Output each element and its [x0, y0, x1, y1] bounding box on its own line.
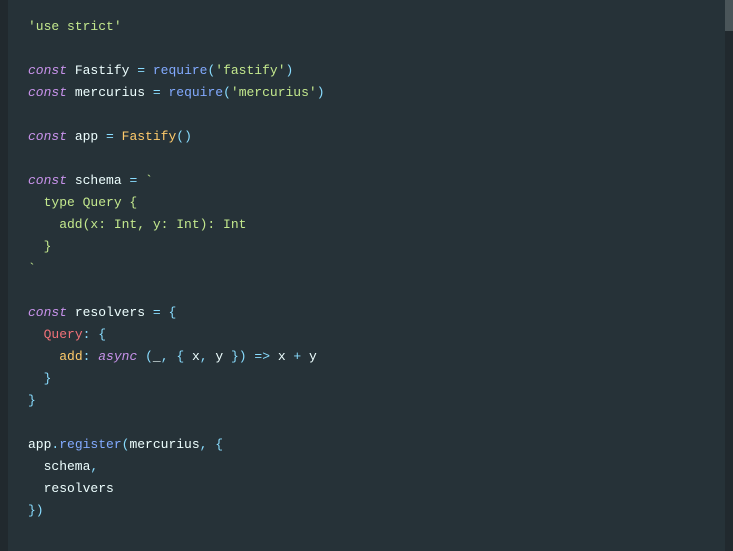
code-line: const schema = `: [28, 170, 705, 192]
code-block: 'use strict' const Fastify = require('fa…: [8, 0, 725, 551]
code-line: }): [28, 500, 705, 522]
code-line: [28, 412, 705, 434]
code-line: schema,: [28, 456, 705, 478]
code-line: add(x: Int, y: Int): Int: [28, 214, 705, 236]
code-line: const Fastify = require('fastify'): [28, 60, 705, 82]
code-line: [28, 38, 705, 60]
code-lines: 'use strict' const Fastify = require('fa…: [28, 16, 705, 522]
code-line: }: [28, 368, 705, 390]
code-line: [28, 280, 705, 302]
code-line: const app = Fastify(): [28, 126, 705, 148]
code-line: [28, 148, 705, 170]
code-line: resolvers: [28, 478, 705, 500]
code-line: Query: {: [28, 324, 705, 346]
code-line: 'use strict': [28, 16, 705, 38]
code-line: `: [28, 258, 705, 280]
code-line: type Query {: [28, 192, 705, 214]
code-line: }: [28, 236, 705, 258]
code-line: const resolvers = {: [28, 302, 705, 324]
code-line: add: async (_, { x, y }) => x + y: [28, 346, 705, 368]
code-line: [28, 104, 705, 126]
code-line: const mercurius = require('mercurius'): [28, 82, 705, 104]
code-line: }: [28, 390, 705, 412]
code-line: app.register(mercurius, {: [28, 434, 705, 456]
